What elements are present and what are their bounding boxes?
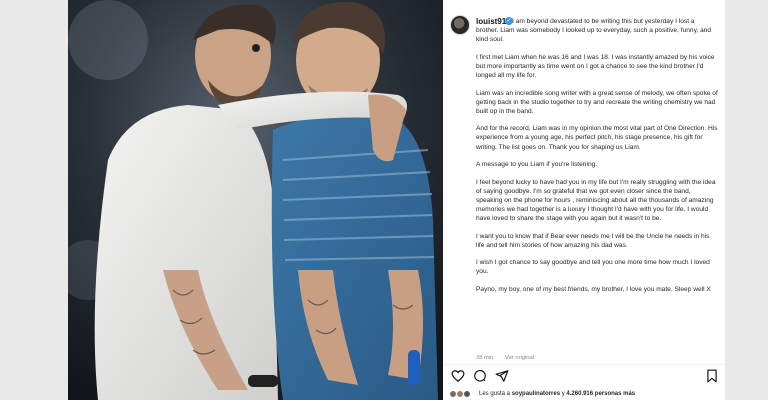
liker-avatar [463, 390, 471, 398]
share-icon[interactable] [495, 369, 509, 383]
actions-divider [443, 364, 725, 365]
caption-paragraph: I want you to know that if Bear ever nee… [476, 232, 710, 249]
avatar[interactable] [450, 15, 470, 35]
caption-paragraph: I first met Liam when he was 16 and I wa… [476, 53, 715, 79]
comment-icon[interactable] [473, 369, 487, 383]
caption-paragraph: I wish I got chance to say goodbye and t… [476, 259, 710, 276]
likes-row: Les gusta a soypaulinatorres y 4.260.916… [449, 389, 725, 400]
caption-paragraph: Liam was an incredible song writer with … [476, 89, 718, 115]
likes-count[interactable]: 4.260.916 [566, 391, 593, 397]
post-photo[interactable] [68, 0, 443, 400]
likes-prefix: Les gusta a [479, 391, 511, 397]
caption-paragraph: Payno, my boy, one of my best friends, m… [476, 286, 711, 294]
post-time: 38 min [476, 355, 494, 361]
username-link[interactable]: louist91 [476, 17, 506, 26]
page-background-right [725, 0, 768, 400]
caption-meta: 38 min Ver original [476, 355, 544, 361]
caption-paragraph: And for the record, Liam was in my opini… [476, 125, 718, 151]
caption-paragraph: I feel beyond lucky to have had you in m… [476, 178, 716, 223]
caption: I am beyond devastated to be writing thi… [476, 17, 718, 369]
likes-summary: Les gusta a soypaulinatorres y 4.260.916… [479, 391, 635, 397]
bookmark-icon[interactable] [705, 369, 719, 383]
page-background-left [0, 0, 68, 400]
see-original-link[interactable]: Ver original [505, 355, 534, 361]
instagram-post: I am beyond devastated to be writing thi… [68, 0, 725, 400]
verified-badge-icon: ✓ [505, 17, 513, 25]
liker-username[interactable]: soypaulinatorres [512, 391, 560, 397]
action-bar [443, 366, 725, 386]
likes-suffix[interactable]: personas más [595, 391, 635, 397]
heart-icon[interactable] [451, 369, 465, 383]
post-details-panel: I am beyond devastated to be writing thi… [443, 0, 725, 400]
post-photo-illustration [68, 0, 443, 400]
likes-connector: y [561, 391, 565, 397]
caption-paragraph: A message to you Liam if you're listenin… [476, 161, 598, 169]
